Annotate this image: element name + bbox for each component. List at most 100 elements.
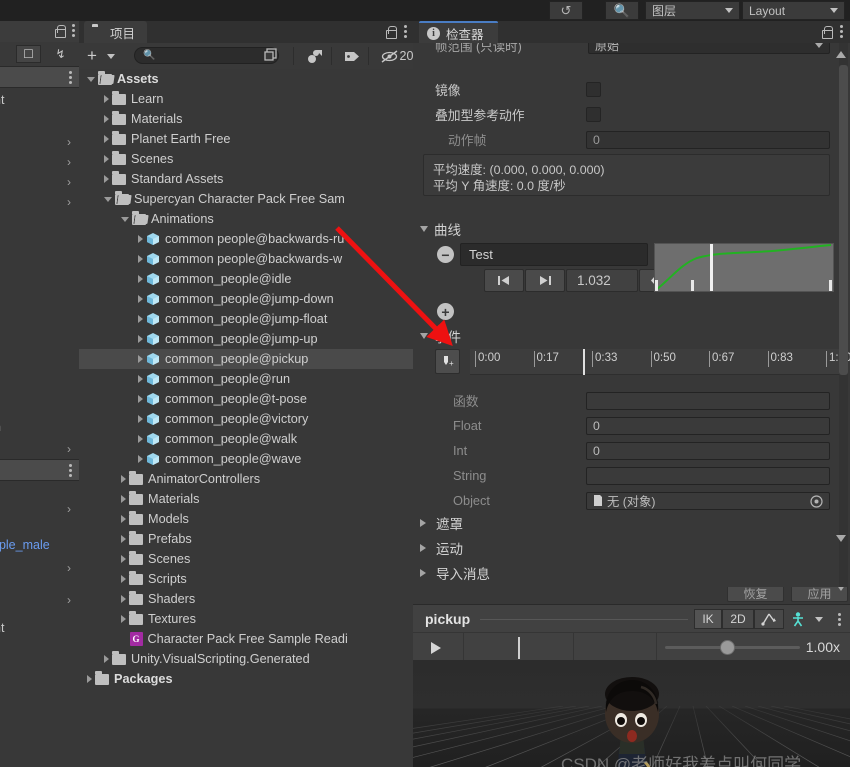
asset-tree-row[interactable]: Standard Assets bbox=[79, 169, 413, 189]
pose-frame-row[interactable]: 动作帧 0 bbox=[413, 127, 850, 152]
asset-tree-row[interactable]: AnimatorControllers bbox=[79, 469, 413, 489]
chevron-right-icon[interactable] bbox=[121, 495, 126, 503]
mirror-checkbox[interactable] bbox=[586, 82, 601, 97]
chevron-right-icon[interactable] bbox=[104, 135, 109, 143]
chevron-right-icon[interactable]: › bbox=[67, 175, 71, 189]
scroll-up-arrow-icon[interactable] bbox=[836, 51, 846, 58]
asset-tree-row[interactable]: common_people@run bbox=[79, 369, 413, 389]
object-picker-icon[interactable] bbox=[810, 494, 823, 508]
curves-section-header[interactable]: 曲线 bbox=[420, 219, 461, 239]
asset-tree-row[interactable]: Animations bbox=[79, 209, 413, 229]
hierarchy-row[interactable]: › bbox=[0, 192, 79, 212]
chevron-right-icon[interactable]: › bbox=[67, 135, 71, 149]
remove-curve-button[interactable]: − bbox=[437, 246, 454, 263]
asset-tree-row[interactable]: Learn bbox=[79, 89, 413, 109]
chevron-down-icon[interactable] bbox=[104, 196, 112, 202]
event-function-row[interactable]: 函数 bbox=[413, 388, 850, 413]
chevron-right-icon[interactable] bbox=[138, 335, 143, 343]
frame-range-row[interactable]: 帧范围 (只读时) 原始 bbox=[413, 43, 850, 63]
twod-toggle-button[interactable]: 2D bbox=[722, 609, 754, 629]
add-curve-button[interactable]: + bbox=[437, 303, 454, 320]
hierarchy-row[interactable]: › bbox=[0, 439, 79, 459]
layers-dropdown[interactable]: 图层 bbox=[645, 1, 740, 20]
chevron-right-icon[interactable] bbox=[138, 315, 143, 323]
chevron-right-icon[interactable] bbox=[138, 395, 143, 403]
chevron-down-icon[interactable] bbox=[87, 76, 95, 82]
label-tag-icon[interactable] bbox=[338, 47, 366, 65]
curve-value-field[interactable]: 1.032 bbox=[566, 269, 638, 292]
event-timeline[interactable]: 0:000:170:330:500:670:831:00 bbox=[470, 349, 850, 375]
hierarchy-row[interactable]: ht bbox=[0, 619, 79, 639]
hierarchy-row[interactable]: › bbox=[0, 132, 79, 152]
chevron-right-icon[interactable] bbox=[138, 255, 143, 263]
asset-tree-row[interactable]: common_people@victory bbox=[79, 409, 413, 429]
chevron-right-icon[interactable] bbox=[121, 595, 126, 603]
mask-section-header[interactable]: 遮罩 bbox=[420, 513, 463, 533]
tab-project[interactable]: 项目 bbox=[84, 21, 148, 43]
pose-frame-field[interactable]: 0 bbox=[586, 131, 830, 149]
scroll-down-arrow-icon[interactable] bbox=[836, 587, 846, 591]
frame-range-dropdown[interactable]: 原始 bbox=[588, 43, 830, 54]
mirror-row[interactable]: 镜像 bbox=[413, 77, 850, 102]
hierarchy-row[interactable]: ht bbox=[0, 91, 79, 111]
revert-button[interactable]: 恢复 bbox=[727, 587, 784, 602]
asset-tree-row[interactable]: common people@backwards-w bbox=[79, 249, 413, 269]
asset-tree-row[interactable]: Models bbox=[79, 509, 413, 529]
asset-tree-row[interactable]: Materials bbox=[79, 109, 413, 129]
hierarchy-row-selected[interactable] bbox=[0, 460, 79, 480]
asset-tree-row[interactable]: common_people@t-pose bbox=[79, 389, 413, 409]
create-asset-button[interactable]: + bbox=[87, 47, 97, 64]
ik-toggle-button[interactable]: IK bbox=[694, 609, 722, 629]
hidden-objects-toggle[interactable]: 20 bbox=[375, 47, 413, 65]
asset-tree-row[interactable]: common people@backwards-ru bbox=[79, 229, 413, 249]
next-keyframe-button[interactable] bbox=[525, 269, 565, 292]
asset-tree-row[interactable]: Textures bbox=[79, 609, 413, 629]
events-section-header[interactable]: 事件 bbox=[420, 326, 461, 346]
kebab-menu-icon[interactable] bbox=[72, 24, 75, 37]
asset-tree-row[interactable]: common_people@jump-up bbox=[79, 329, 413, 349]
chevron-right-icon[interactable] bbox=[121, 515, 126, 523]
event-string-field[interactable] bbox=[586, 467, 830, 485]
collapse-icon[interactable]: ☐ bbox=[16, 45, 41, 63]
asset-tree-row[interactable]: Scenes bbox=[79, 149, 413, 169]
hierarchy-row[interactable]: › bbox=[0, 590, 79, 610]
hierarchy-row[interactable]: › bbox=[0, 152, 79, 172]
avatar-button[interactable] bbox=[784, 609, 812, 629]
curve-preview-graph[interactable] bbox=[654, 243, 834, 292]
scroll-down-arrow-icon[interactable] bbox=[836, 535, 846, 542]
preview-scrubber-handle[interactable] bbox=[518, 637, 520, 659]
prev-keyframe-button[interactable] bbox=[484, 269, 524, 292]
kebab-menu-icon[interactable] bbox=[69, 71, 72, 84]
lock-icon[interactable] bbox=[54, 24, 66, 38]
event-object-field[interactable]: 无 (对象) bbox=[586, 492, 830, 510]
event-function-field[interactable] bbox=[586, 392, 830, 410]
asset-tree-row[interactable]: Planet Earth Free bbox=[79, 129, 413, 149]
asset-tree-row[interactable]: Shaders bbox=[79, 589, 413, 609]
event-int-row[interactable]: Int 0 bbox=[413, 438, 850, 463]
chevron-right-icon[interactable] bbox=[138, 295, 143, 303]
asset-tree-row[interactable]: common_people@idle bbox=[79, 269, 413, 289]
hierarchy-row[interactable]: n bbox=[0, 418, 79, 438]
event-string-row[interactable]: String bbox=[413, 463, 850, 488]
kebab-menu-icon[interactable] bbox=[837, 612, 841, 626]
chevron-right-icon[interactable]: › bbox=[67, 195, 71, 209]
event-float-row[interactable]: Float 0 bbox=[413, 413, 850, 438]
asset-tree-row[interactable]: Materials bbox=[79, 489, 413, 509]
chevron-right-icon[interactable] bbox=[87, 675, 92, 683]
chevron-right-icon[interactable] bbox=[104, 655, 109, 663]
chevron-right-icon[interactable] bbox=[138, 455, 143, 463]
chevron-right-icon[interactable] bbox=[138, 415, 143, 423]
undo-history-button[interactable]: ↺ bbox=[549, 1, 583, 20]
hierarchy-row[interactable]: › bbox=[0, 172, 79, 192]
chevron-right-icon[interactable] bbox=[121, 555, 126, 563]
hierarchy-row[interactable]: › bbox=[0, 558, 79, 578]
chevron-right-icon[interactable] bbox=[138, 375, 143, 383]
chevron-right-icon[interactable] bbox=[121, 615, 126, 623]
chevron-right-icon[interactable] bbox=[138, 435, 143, 443]
curve-name-field[interactable]: Test bbox=[460, 243, 648, 266]
kebab-menu-icon[interactable] bbox=[69, 464, 72, 477]
kebab-menu-icon[interactable] bbox=[840, 25, 843, 38]
asset-tree-row[interactable]: Supercyan Character Pack Free Sam bbox=[79, 189, 413, 209]
chevron-right-icon[interactable]: › bbox=[67, 502, 71, 516]
kebab-menu-icon[interactable] bbox=[404, 25, 407, 38]
